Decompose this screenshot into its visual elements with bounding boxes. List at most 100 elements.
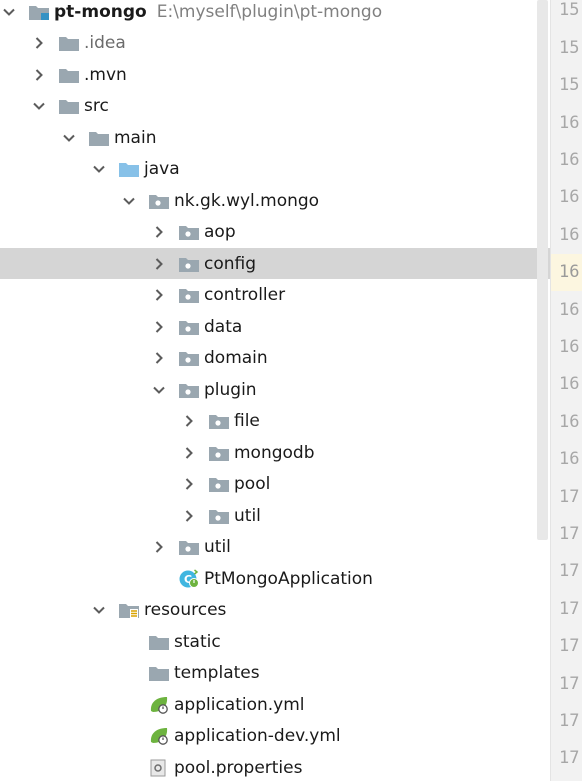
tree-node-config[interactable]: config <box>0 248 550 280</box>
editor-line-gutter: 15 15 15 16 16 16 16 16 16 16 16 16 16 17 17 17 17 17 17 17… <box>550 0 582 781</box>
folder-icon <box>88 129 110 147</box>
chevron-right-icon[interactable] <box>152 257 166 271</box>
tree-node-main[interactable]: main <box>0 122 550 153</box>
project-path: E:\myself\plugin\pt-mongo <box>156 1 383 22</box>
chevron-right-icon[interactable] <box>32 36 46 50</box>
tree-node-controller[interactable]: controller <box>0 280 550 311</box>
tree-node-label: pt-mongo <box>54 1 147 22</box>
tree-node-util[interactable]: util <box>0 532 550 563</box>
line-number: 16 <box>559 299 580 320</box>
folder-icon <box>58 97 80 115</box>
line-number: 17 <box>559 486 580 507</box>
tree-node-pool[interactable]: pool <box>0 469 550 500</box>
tree-node-application-yml[interactable]: application.yml <box>0 689 550 720</box>
chevron-right-icon[interactable] <box>182 446 196 460</box>
chevron-down-icon[interactable] <box>62 131 76 145</box>
package-icon <box>178 349 200 367</box>
tree-node-label: application.yml <box>174 694 305 715</box>
chevron-right-icon[interactable] <box>182 477 196 491</box>
tree-node-label: util <box>234 505 261 526</box>
spring-yml-icon <box>148 727 170 746</box>
tree-scrollbar[interactable] <box>537 0 548 540</box>
tree-node-mongodb[interactable]: mongodb <box>0 437 550 468</box>
package-icon <box>208 412 230 430</box>
chevron-down-icon[interactable] <box>32 99 46 113</box>
tree-node-application-dev-yml[interactable]: application-dev.yml <box>0 721 550 752</box>
tree-node-nk-gk-wyl-mongo[interactable]: nk.gk.wyl.mongo <box>0 185 550 216</box>
line-number: 16 <box>559 449 580 470</box>
tree-node-pool-properties[interactable]: pool.properties <box>0 752 550 781</box>
chevron-right-icon[interactable] <box>182 414 196 428</box>
tree-node-util[interactable]: util <box>0 500 550 531</box>
chevron-right-icon[interactable] <box>152 351 166 365</box>
properties-file-icon <box>148 759 170 777</box>
chevron-right-icon[interactable] <box>182 509 196 523</box>
source-root-folder-icon <box>118 160 140 178</box>
package-icon <box>178 538 200 556</box>
package-icon <box>178 223 200 241</box>
spring-yml-icon <box>148 696 170 714</box>
line-number: 16 <box>559 411 580 432</box>
folder-icon <box>148 664 170 682</box>
tree-node-label: mongodb <box>234 442 315 463</box>
tree-node-java[interactable]: java <box>0 154 550 185</box>
tree-node-src[interactable]: src <box>0 91 550 122</box>
line-number: 17 <box>559 710 580 731</box>
tree-node-label: file <box>234 411 260 432</box>
chevron-down-icon[interactable] <box>92 603 106 617</box>
tree-node-label: .mvn <box>84 64 127 85</box>
module-folder-icon <box>28 3 50 21</box>
tree-node-static[interactable]: static <box>0 626 550 657</box>
tree-node-resources[interactable]: resources <box>0 595 550 626</box>
tree-node-mvn[interactable]: .mvn <box>0 59 550 90</box>
tree-node-label: resources <box>144 600 227 621</box>
tree-node-plugin[interactable]: plugin <box>0 374 550 405</box>
tree-node-label: domain <box>204 348 268 369</box>
line-number: 16 <box>551 254 582 292</box>
package-icon <box>178 381 200 399</box>
tree-node-data[interactable]: data <box>0 311 550 342</box>
line-number: 17 <box>559 598 580 619</box>
tree-node-pt-mongo[interactable]: pt-mongo E:\myself\plugin\pt-mongo <box>0 0 550 27</box>
tree-node-label: util <box>204 537 231 558</box>
tree-node-aop[interactable]: aop <box>0 217 550 248</box>
tree-node-label: .idea <box>84 33 126 54</box>
spring-boot-class-icon: C <box>178 569 200 588</box>
line-number: 17 <box>559 636 580 657</box>
chevron-right-icon[interactable] <box>152 288 166 302</box>
tree-node-idea[interactable]: .idea <box>0 28 550 59</box>
line-number: 16 <box>559 374 580 395</box>
tree-node-label: static <box>174 631 221 652</box>
line-number: 17 <box>559 561 580 582</box>
tree-node-label: aop <box>204 222 236 243</box>
line-number: 16 <box>559 336 580 357</box>
line-number: 16 <box>559 224 580 245</box>
package-icon <box>148 192 170 210</box>
line-number: 16 <box>559 112 580 133</box>
chevron-down-icon[interactable] <box>152 383 166 397</box>
tree-node-label: pool <box>234 474 271 495</box>
chevron-down-icon[interactable] <box>92 162 106 176</box>
tree-node-file[interactable]: file <box>0 406 550 437</box>
project-tree: pt-mongo E:\myself\plugin\pt-mongo .idea .m… <box>0 0 550 781</box>
package-icon <box>178 255 200 273</box>
chevron-right-icon[interactable] <box>152 540 166 554</box>
line-number: 17 <box>559 523 580 544</box>
tree-node-templates[interactable]: templates <box>0 658 550 689</box>
tree-node-ptmongoapplication[interactable]: C PtMongoApplication <box>0 563 550 594</box>
chevron-right-icon[interactable] <box>32 68 46 82</box>
resources-root-folder-icon <box>118 601 140 619</box>
chevron-down-icon[interactable] <box>2 5 16 19</box>
tree-node-label: PtMongoApplication <box>204 568 373 589</box>
package-icon <box>208 475 230 493</box>
chevron-right-icon[interactable] <box>152 225 166 239</box>
tree-node-label: data <box>204 316 243 337</box>
tree-node-domain[interactable]: domain <box>0 343 550 374</box>
folder-icon <box>148 633 170 651</box>
chevron-right-icon[interactable] <box>152 320 166 334</box>
package-icon <box>178 286 200 304</box>
chevron-down-icon[interactable] <box>122 194 136 208</box>
tree-node-label: java <box>144 159 180 180</box>
tree-node-label: templates <box>174 663 260 684</box>
package-icon <box>208 444 230 462</box>
